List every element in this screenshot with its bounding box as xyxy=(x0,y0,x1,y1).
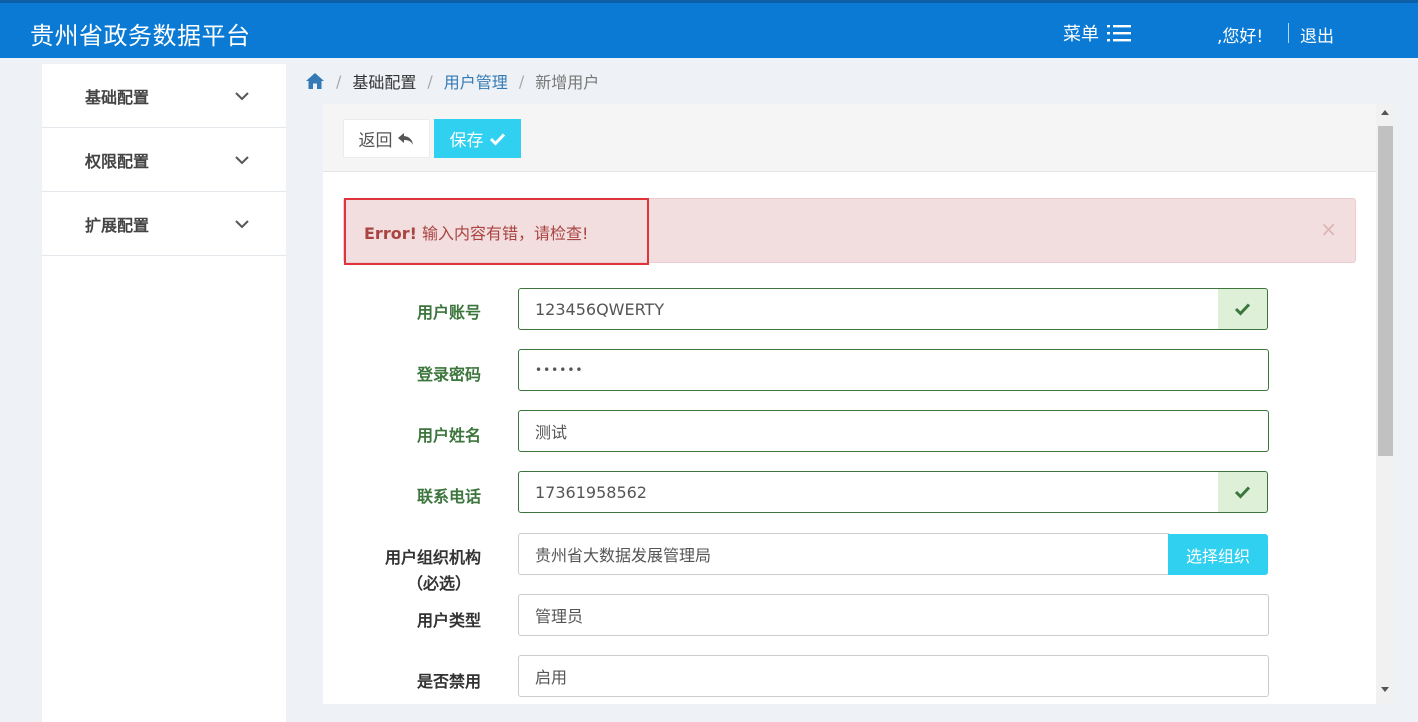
header-divider xyxy=(1288,23,1289,43)
breadcrumb-basic-config[interactable]: 基础配置 xyxy=(352,69,416,93)
chevron-down-icon xyxy=(235,91,249,100)
chevron-down-icon xyxy=(235,219,249,228)
org-value: 贵州省大数据发展管理局 xyxy=(535,546,712,565)
check-icon xyxy=(1234,303,1251,316)
phone-input[interactable]: 17361958562 xyxy=(518,471,1219,513)
alert-text: 输入内容有错，请检查! xyxy=(416,224,589,243)
breadcrumb-separator: / xyxy=(336,71,342,91)
phone-label: 联系电话 xyxy=(416,487,481,506)
password-input[interactable]: •••••• xyxy=(518,349,1269,391)
disabled-input[interactable]: 启用 xyxy=(518,655,1269,697)
save-button[interactable]: 保存 xyxy=(434,119,521,158)
sidebar-item-permission-config[interactable]: 权限配置 xyxy=(42,128,286,192)
username-label: 用户姓名 xyxy=(416,426,481,445)
alert-strong: Error! xyxy=(364,224,417,243)
close-icon[interactable]: × xyxy=(1320,217,1337,241)
alert-message: Error! 输入内容有错，请检查! xyxy=(364,220,588,244)
main-panel: 返回 保存 Error! 输入内容有错，请检查! × 用户账号 123456QW… xyxy=(323,104,1376,704)
username-input[interactable]: 测试 xyxy=(518,410,1269,452)
org-label: 用户组织机构 xyxy=(384,548,481,567)
user-greeting: ,您好! xyxy=(1217,27,1264,47)
sidebar-item-label: 基础配置 xyxy=(85,87,150,107)
password-label: 登录密码 xyxy=(416,365,481,384)
org-input[interactable]: 贵州省大数据发展管理局 xyxy=(518,533,1169,575)
top-navbar: 贵州省政务数据平台 菜单 ,您好! 退出 xyxy=(0,0,1418,58)
breadcrumb-current: 新增用户 xyxy=(535,73,600,92)
username-value: 测试 xyxy=(535,423,568,442)
reply-arrow-icon xyxy=(397,132,413,145)
sidebar: 基础配置 权限配置 扩展配置 xyxy=(42,64,286,722)
disabled-label: 是否禁用 xyxy=(416,672,481,691)
sidebar-item-label: 扩展配置 xyxy=(85,215,150,235)
logout-link[interactable]: 退出 xyxy=(1300,22,1334,47)
breadcrumb-separator: / xyxy=(518,71,525,91)
user-type-label: 用户类型 xyxy=(416,611,481,630)
home-icon[interactable] xyxy=(305,72,325,90)
list-menu-icon xyxy=(1107,24,1131,42)
chevron-down-icon xyxy=(235,155,249,164)
select-org-button[interactable]: 选择组织 xyxy=(1168,534,1268,575)
save-label: 保存 xyxy=(449,131,484,151)
back-label: 返回 xyxy=(358,131,393,151)
scroll-up-arrow-icon[interactable] xyxy=(1381,110,1389,115)
account-input[interactable]: 123456QWERTY xyxy=(518,288,1219,330)
breadcrumb-separator: / xyxy=(427,71,433,91)
breadcrumb: / 基础配置 / 用户管理 / 新增用户 xyxy=(305,68,599,94)
menu-button[interactable]: 菜单 xyxy=(1063,20,1131,46)
user-type-input[interactable]: 管理员 xyxy=(518,594,1269,636)
account-value: 123456QWERTY xyxy=(535,299,665,319)
panel-scrollbar[interactable] xyxy=(1377,104,1394,704)
error-alert: Error! 输入内容有错，请检查! × xyxy=(343,198,1356,265)
check-icon xyxy=(1234,486,1251,499)
disabled-value: 启用 xyxy=(535,668,568,687)
account-valid-addon xyxy=(1218,288,1268,330)
phone-valid-addon xyxy=(1218,471,1268,513)
sidebar-item-extension-config[interactable]: 扩展配置 xyxy=(42,192,286,256)
sidebar-item-basic-config[interactable]: 基础配置 xyxy=(42,64,286,128)
user-type-value: 管理员 xyxy=(535,607,584,626)
back-button[interactable]: 返回 xyxy=(343,119,430,158)
password-value: •••••• xyxy=(535,363,584,377)
panel-toolbar: 返回 保存 xyxy=(323,104,1376,172)
phone-value: 17361958562 xyxy=(535,482,647,502)
scrollbar-thumb[interactable] xyxy=(1378,126,1393,456)
scroll-down-arrow-icon[interactable] xyxy=(1381,687,1389,692)
app-title: 贵州省政务数据平台 xyxy=(30,22,251,50)
account-label: 用户账号 xyxy=(416,303,481,322)
breadcrumb-user-management[interactable]: 用户管理 xyxy=(444,69,508,93)
check-icon xyxy=(489,132,505,146)
org-label-required: （必选） xyxy=(406,574,471,593)
menu-label: 菜单 xyxy=(1063,24,1099,45)
sidebar-item-label: 权限配置 xyxy=(85,151,150,171)
